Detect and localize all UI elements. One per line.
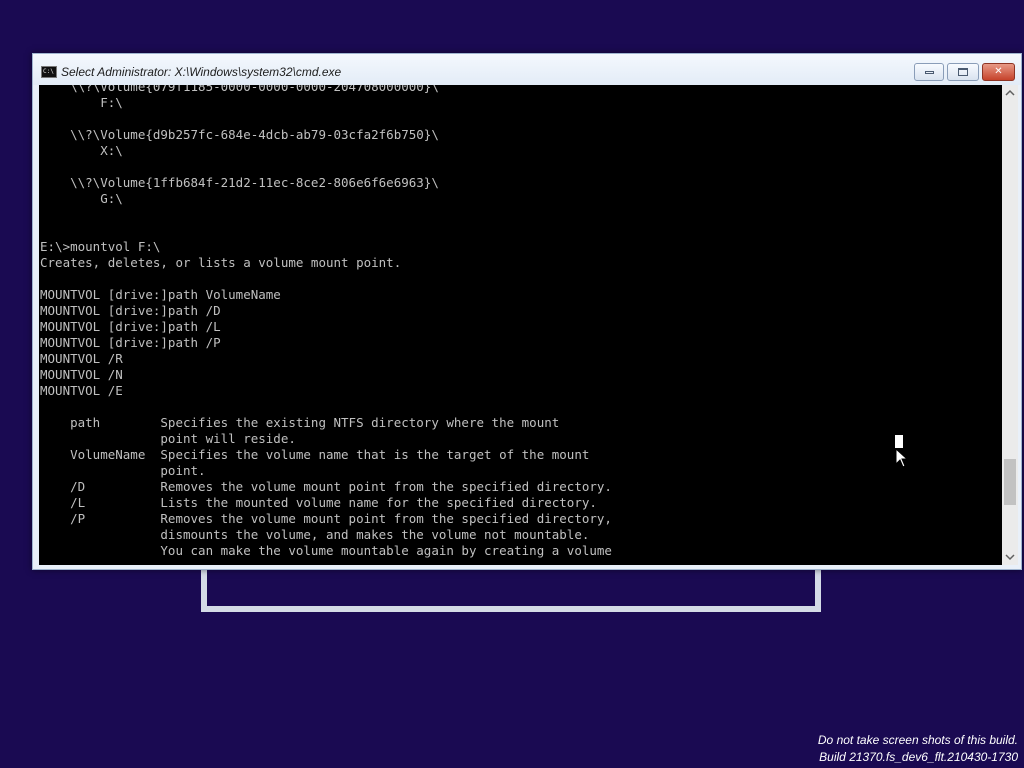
console-line: \\?\Volume{079f1185-0000-0000-0000-20470… [40, 85, 439, 94]
title-bar[interactable]: C:\ Select Administrator: X:\Windows\sys… [33, 54, 1021, 85]
console-line: point will reside. [40, 431, 296, 446]
watermark-warning: Do not take screen shots of this build. [817, 733, 1018, 747]
console-line: E:\>mountvol F:\ [40, 239, 161, 254]
console-line: MOUNTVOL [drive:]path /L [40, 319, 221, 334]
cmd-window[interactable]: C:\ Select Administrator: X:\Windows\sys… [32, 53, 1022, 570]
console-line: MOUNTVOL /R [40, 351, 123, 366]
console-line: MOUNTVOL [drive:]path VolumeName [40, 287, 281, 302]
console-line: /D Removes the volume mount point from t… [40, 479, 612, 494]
watermark-build: Build 21370.fs_dev6_flt.210430-1730 [819, 750, 1018, 764]
close-button[interactable]: ✕ [982, 63, 1015, 81]
console-line: VolumeName Specifies the volume name tha… [40, 447, 590, 462]
console-output[interactable]: \\?\Volume{079f1185-0000-0000-0000-20470… [39, 85, 1002, 565]
console-lines: \\?\Volume{079f1185-0000-0000-0000-20470… [39, 85, 1002, 559]
scrollbar-thumb[interactable] [1004, 459, 1016, 505]
close-icon: ✕ [994, 66, 1003, 77]
cmd-app-icon[interactable]: C:\ [41, 66, 57, 78]
chevron-up-icon[interactable] [1002, 85, 1018, 101]
console-line: MOUNTVOL [drive:]path /P [40, 335, 221, 350]
console-line: /P Removes the volume mount point from t… [40, 511, 612, 526]
chevron-down-icon[interactable] [1002, 549, 1018, 565]
minimize-icon [924, 71, 934, 74]
console-line: F:\ [40, 95, 123, 110]
minimize-button[interactable] [914, 63, 944, 81]
console-line: X:\ [40, 143, 123, 158]
console-line: MOUNTVOL /N [40, 367, 123, 382]
console-line: point. [40, 463, 206, 478]
console-line: G:\ [40, 191, 123, 206]
maximize-button[interactable] [947, 63, 979, 81]
console-line: Creates, deletes, or lists a volume moun… [40, 255, 402, 270]
console-line: path Specifies the existing NTFS directo… [40, 415, 560, 430]
console-line: MOUNTVOL [drive:]path /D [40, 303, 221, 318]
window-title: Select Administrator: X:\Windows\system3… [61, 65, 342, 79]
console-line: You can make the volume mountable again … [40, 543, 612, 558]
console-line: /L Lists the mounted volume name for the… [40, 495, 597, 510]
mouse-pointer-icon [895, 448, 907, 468]
console-line: \\?\Volume{d9b257fc-684e-4dcb-ab79-03cfa… [40, 127, 439, 142]
vertical-scrollbar[interactable] [1002, 85, 1018, 565]
console-line: MOUNTVOL /E [40, 383, 123, 398]
console-cursor-block [895, 435, 903, 448]
build-watermark: Do not take screen shots of this build. … [818, 732, 1018, 766]
maximize-icon [958, 68, 968, 76]
console-line: \\?\Volume{1ffb684f-21d2-11ec-8ce2-806e6… [40, 175, 439, 190]
console-line: dismounts the volume, and makes the volu… [40, 527, 590, 542]
